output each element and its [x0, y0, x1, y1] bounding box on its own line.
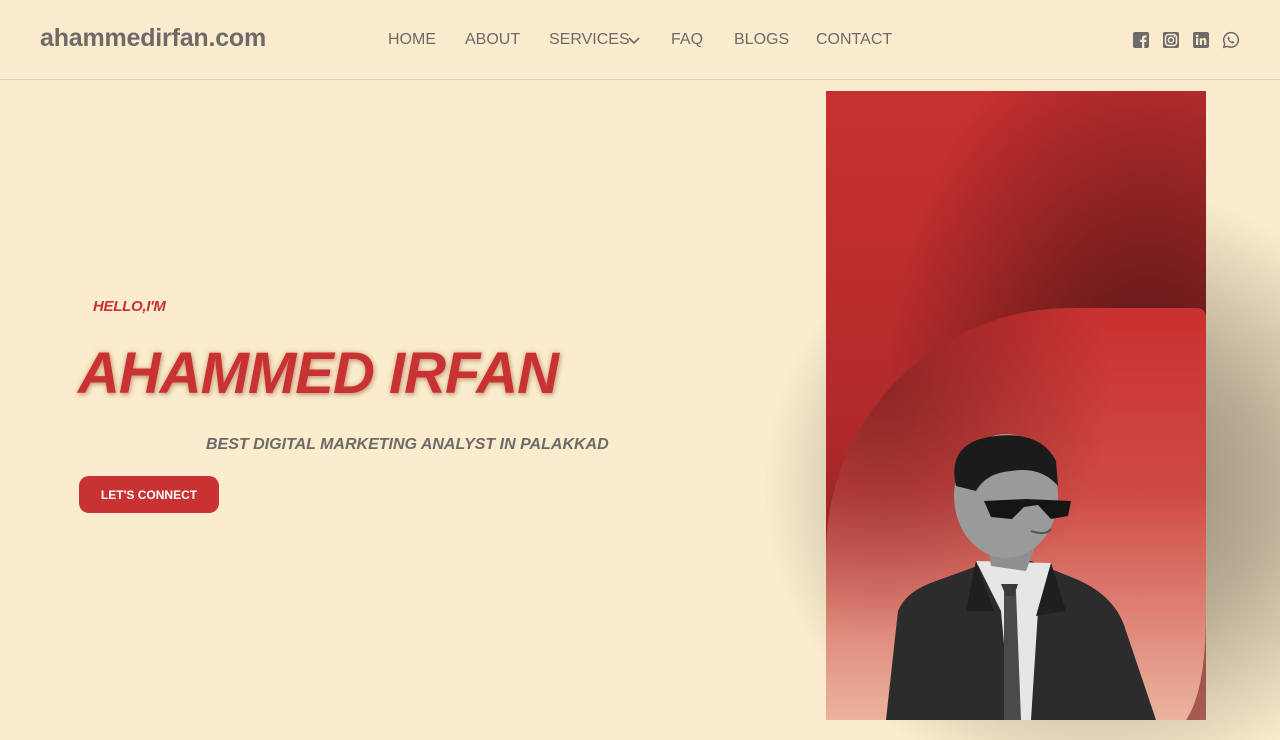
chevron-down-icon[interactable]	[626, 32, 642, 48]
instagram-icon[interactable]	[1162, 31, 1180, 49]
nav-home[interactable]: HOME	[388, 30, 436, 50]
nav-about[interactable]: ABOUT	[465, 30, 520, 50]
nav-contact[interactable]: CONTACT	[816, 30, 892, 50]
site-header: ahammedirfan.com HOME ABOUT SERVICES FAQ…	[0, 0, 1280, 80]
lets-connect-button[interactable]: LET'S CONNECT	[79, 476, 219, 513]
nav-faq[interactable]: FAQ	[671, 30, 703, 50]
hero-name: AHAMMED IRFAN	[78, 341, 559, 406]
facebook-icon[interactable]	[1132, 31, 1150, 49]
hero-portrait-image	[826, 91, 1206, 720]
site-title-link[interactable]: ahammedirfan.com	[40, 24, 266, 53]
nav-blogs[interactable]: BLOGS	[734, 30, 789, 50]
nav-services[interactable]: SERVICES	[549, 30, 630, 50]
hero-greeting: HELLO,I'M	[93, 298, 166, 315]
hero-tagline: BEST DIGITAL MARKETING ANALYST IN PALAKK…	[206, 436, 609, 453]
whatsapp-icon[interactable]	[1222, 31, 1240, 49]
linkedin-icon[interactable]	[1192, 31, 1210, 49]
